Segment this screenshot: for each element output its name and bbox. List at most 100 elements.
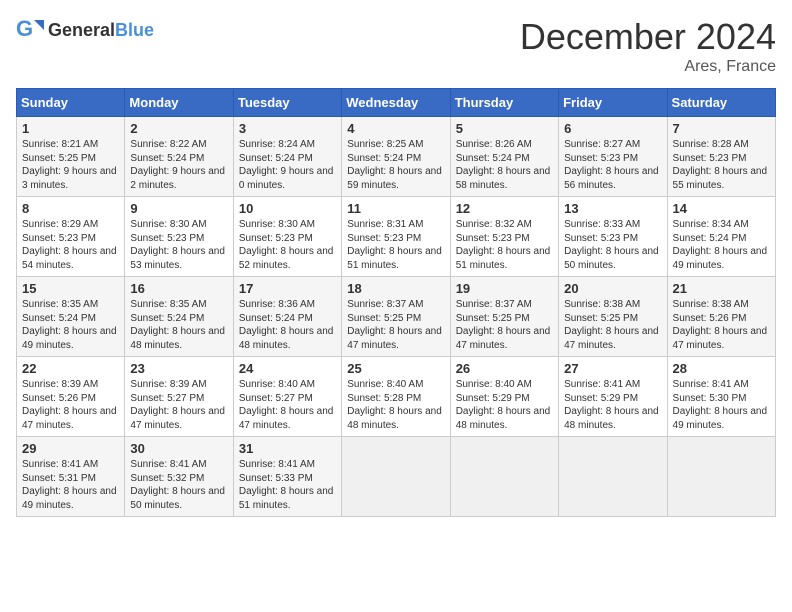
calendar-cell: 12Sunrise: 8:32 AMSunset: 5:23 PMDayligh… (450, 197, 558, 277)
calendar-cell: 19 Sunrise: 8:37 AMSunset: 5:25 PMDayligh… (450, 277, 558, 357)
day-number: 29 (22, 441, 119, 456)
calendar-cell: 5 Sunrise: 8:26 AMSunset: 5:24 PMDaylight… (450, 117, 558, 197)
logo-icon: G (16, 16, 44, 44)
calendar-cell: 10 Sunrise: 8:30 AMSunset: 5:23 PMDayligh… (233, 197, 341, 277)
cell-text: Sunrise: 8:35 AMSunset: 5:24 PMDaylight:… (22, 299, 117, 351)
day-number: 20 (564, 281, 661, 296)
day-number: 30 (130, 441, 227, 456)
calendar-cell: 11 Sunrise: 8:31 AMSunset: 5:23 PMDayligh… (342, 197, 450, 277)
cell-text: Sunrise: 8:33 AMSunset: 5:23 PMDaylight:… (564, 219, 659, 271)
day-number: 27 (564, 361, 661, 376)
day-number: 5 (456, 121, 553, 136)
day-number: 15 (22, 281, 119, 296)
calendar-cell: 25 Sunrise: 8:40 AMSunset: 5:28 PMDayligh… (342, 357, 450, 437)
day-number: 14 (673, 201, 770, 216)
calendar-day-header: Saturday (667, 89, 775, 117)
cell-text: Sunrise: 8:21 AMSunset: 5:25 PMDaylight:… (22, 139, 117, 191)
calendar-cell: 16 Sunrise: 8:35 AMSunset: 5:24 PMDayligh… (125, 277, 233, 357)
calendar-week-row: 1 Sunrise: 8:21 AMSunset: 5:25 PMDaylight… (17, 117, 776, 197)
cell-text: Sunrise: 8:40 AMSunset: 5:29 PMDaylight:… (456, 379, 551, 431)
cell-text: Sunrise: 8:35 AMSunset: 5:24 PMDaylight:… (130, 299, 225, 351)
calendar-table: SundayMondayTuesdayWednesdayThursdayFrid… (16, 88, 776, 517)
cell-text: Sunrise: 8:39 AMSunset: 5:27 PMDaylight:… (130, 379, 225, 431)
calendar-cell: 15 Sunrise: 8:35 AMSunset: 5:24 PMDayligh… (17, 277, 125, 357)
calendar-cell: 26 Sunrise: 8:40 AMSunset: 5:29 PMDayligh… (450, 357, 558, 437)
calendar-week-row: 29Sunrise: 8:41 AMSunset: 5:31 PMDayligh… (17, 437, 776, 517)
cell-text: Sunrise: 8:41 AMSunset: 5:33 PMDaylight:… (239, 459, 334, 511)
logo-blue: Blue (115, 20, 154, 40)
cell-text: Sunrise: 8:27 AMSunset: 5:23 PMDaylight:… (564, 139, 659, 191)
cell-text: Sunrise: 8:30 AMSunset: 5:23 PMDaylight:… (239, 219, 334, 271)
calendar-cell: 23 Sunrise: 8:39 AMSunset: 5:27 PMDayligh… (125, 357, 233, 437)
svg-text:G: G (16, 16, 33, 41)
day-number: 24 (239, 361, 336, 376)
cell-text: Sunrise: 8:25 AMSunset: 5:24 PMDaylight:… (347, 139, 442, 191)
calendar-cell: 30 Sunrise: 8:41 AMSunset: 5:32 PMDayligh… (125, 437, 233, 517)
calendar-day-header: Friday (559, 89, 667, 117)
cell-text: Sunrise: 8:24 AMSunset: 5:24 PMDaylight:… (239, 139, 334, 191)
calendar-cell: 20 Sunrise: 8:38 AMSunset: 5:25 PMDayligh… (559, 277, 667, 357)
calendar-day-header: Wednesday (342, 89, 450, 117)
cell-text: Sunrise: 8:41 AMSunset: 5:29 PMDaylight:… (564, 379, 659, 431)
day-number: 9 (130, 201, 227, 216)
calendar-cell: 2Sunrise: 8:22 AMSunset: 5:24 PMDaylight… (125, 117, 233, 197)
cell-text: Sunrise: 8:36 AMSunset: 5:24 PMDaylight:… (239, 299, 334, 351)
calendar-cell: 14 Sunrise: 8:34 AMSunset: 5:24 PMDayligh… (667, 197, 775, 277)
day-number: 25 (347, 361, 444, 376)
calendar-header-row: SundayMondayTuesdayWednesdayThursdayFrid… (17, 89, 776, 117)
day-number: 10 (239, 201, 336, 216)
calendar-cell: 28Sunrise: 8:41 AMSunset: 5:30 PMDayligh… (667, 357, 775, 437)
calendar-week-row: 22 Sunrise: 8:39 AMSunset: 5:26 PMDayligh… (17, 357, 776, 437)
calendar-day-header: Monday (125, 89, 233, 117)
day-number: 13 (564, 201, 661, 216)
day-number: 22 (22, 361, 119, 376)
day-number: 2 (130, 121, 227, 136)
calendar-cell: 8 Sunrise: 8:29 AMSunset: 5:23 PMDaylight… (17, 197, 125, 277)
cell-text: Sunrise: 8:38 AMSunset: 5:25 PMDaylight:… (564, 299, 659, 351)
cell-text: Sunrise: 8:38 AMSunset: 5:26 PMDaylight:… (673, 299, 768, 351)
day-number: 17 (239, 281, 336, 296)
month-title: December 2024 (520, 16, 776, 58)
calendar-cell: 3 Sunrise: 8:24 AMSunset: 5:24 PMDaylight… (233, 117, 341, 197)
cell-text: Sunrise: 8:29 AMSunset: 5:23 PMDaylight:… (22, 219, 117, 271)
calendar-cell: 9Sunrise: 8:30 AMSunset: 5:23 PMDaylight… (125, 197, 233, 277)
cell-text: Sunrise: 8:31 AMSunset: 5:23 PMDaylight:… (347, 219, 442, 271)
cell-text: Sunrise: 8:41 AMSunset: 5:32 PMDaylight:… (130, 459, 225, 511)
calendar-cell: 6Sunrise: 8:27 AMSunset: 5:23 PMDaylight… (559, 117, 667, 197)
calendar-week-row: 15 Sunrise: 8:35 AMSunset: 5:24 PMDayligh… (17, 277, 776, 357)
calendar-cell: 22 Sunrise: 8:39 AMSunset: 5:26 PMDayligh… (17, 357, 125, 437)
calendar-cell (342, 437, 450, 517)
cell-text: Sunrise: 8:28 AMSunset: 5:23 PMDaylight:… (673, 139, 768, 191)
calendar-cell: 24Sunrise: 8:40 AMSunset: 5:27 PMDayligh… (233, 357, 341, 437)
day-number: 4 (347, 121, 444, 136)
calendar-cell: 21 Sunrise: 8:38 AMSunset: 5:26 PMDayligh… (667, 277, 775, 357)
calendar-day-header: Thursday (450, 89, 558, 117)
location: Ares, France (520, 58, 776, 76)
cell-text: Sunrise: 8:41 AMSunset: 5:30 PMDaylight:… (673, 379, 768, 431)
day-number: 16 (130, 281, 227, 296)
calendar-cell: 4 Sunrise: 8:25 AMSunset: 5:24 PMDaylight… (342, 117, 450, 197)
cell-text: Sunrise: 8:34 AMSunset: 5:24 PMDaylight:… (673, 219, 768, 271)
header: G GeneralBlue December 2024 Ares, France (16, 16, 776, 76)
day-number: 11 (347, 201, 444, 216)
cell-text: Sunrise: 8:37 AMSunset: 5:25 PMDaylight:… (347, 299, 442, 351)
day-number: 23 (130, 361, 227, 376)
day-number: 3 (239, 121, 336, 136)
calendar-day-header: Tuesday (233, 89, 341, 117)
day-number: 1 (22, 121, 119, 136)
calendar-cell: 13 Sunrise: 8:33 AMSunset: 5:23 PMDayligh… (559, 197, 667, 277)
calendar-cell: 18Sunrise: 8:37 AMSunset: 5:25 PMDayligh… (342, 277, 450, 357)
day-number: 26 (456, 361, 553, 376)
calendar-body: 1 Sunrise: 8:21 AMSunset: 5:25 PMDaylight… (17, 117, 776, 517)
cell-text: Sunrise: 8:39 AMSunset: 5:26 PMDaylight:… (22, 379, 117, 431)
cell-text: Sunrise: 8:40 AMSunset: 5:28 PMDaylight:… (347, 379, 442, 431)
cell-text: Sunrise: 8:37 AMSunset: 5:25 PMDaylight:… (456, 299, 551, 351)
calendar-cell: 1 Sunrise: 8:21 AMSunset: 5:25 PMDaylight… (17, 117, 125, 197)
day-number: 21 (673, 281, 770, 296)
day-number: 19 (456, 281, 553, 296)
day-number: 7 (673, 121, 770, 136)
day-number: 8 (22, 201, 119, 216)
calendar-cell: 31Sunrise: 8:41 AMSunset: 5:33 PMDayligh… (233, 437, 341, 517)
calendar-cell (450, 437, 558, 517)
cell-text: Sunrise: 8:26 AMSunset: 5:24 PMDaylight:… (456, 139, 551, 191)
